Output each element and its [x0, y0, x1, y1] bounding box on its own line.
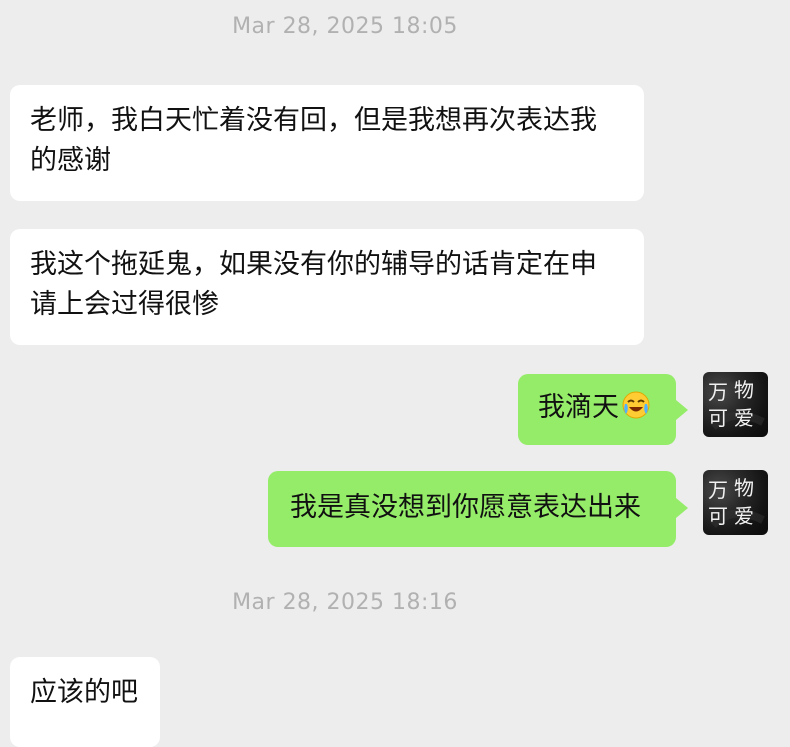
outgoing-message-bubble[interactable]: 我滴天 [518, 374, 676, 445]
incoming-message-bubble[interactable]: 我这个拖延鬼，如果没有你的辅导的话肯定在申 请上会过得很惨 [10, 229, 644, 345]
svg-text:万: 万 [708, 478, 728, 502]
avatar[interactable]: 万 物 可 爱 [703, 470, 768, 535]
svg-text:物: 物 [734, 476, 754, 500]
svg-text:爱: 爱 [734, 504, 754, 528]
bubble-tail [676, 498, 688, 518]
outgoing-message-bubble[interactable]: 我是真没想到你愿意表达出来 [268, 471, 676, 547]
message-text: 我是真没想到你愿意表达出来 [290, 492, 641, 523]
message-text-line: 老师，我白天忙着没有回，但是我想再次表达我 [30, 105, 597, 136]
message-text-line: 请上会过得很惨 [30, 289, 219, 320]
incoming-message-bubble[interactable]: 应该的吧 [10, 657, 160, 747]
bubble-tail [676, 400, 688, 420]
incoming-message-bubble[interactable]: 老师，我白天忙着没有回，但是我想再次表达我 的感谢 [10, 85, 644, 201]
crying-laughing-emoji-icon [621, 390, 651, 432]
avatar[interactable]: 万 物 可 爱 [703, 372, 768, 437]
timestamp: Mar 28, 2025 18:16 [232, 590, 458, 615]
svg-text:可: 可 [708, 504, 728, 528]
svg-text:物: 物 [734, 378, 754, 402]
timestamp: Mar 28, 2025 18:05 [232, 14, 458, 39]
svg-text:可: 可 [708, 406, 728, 430]
message-text: 我滴天 [538, 392, 619, 423]
avatar-image: 万 物 可 爱 [705, 476, 765, 528]
svg-text:万: 万 [708, 380, 728, 404]
avatar-image: 万 物 可 爱 [705, 378, 765, 430]
message-text: 应该的吧 [30, 677, 138, 708]
message-text-line: 我这个拖延鬼，如果没有你的辅导的话肯定在申 [30, 249, 597, 280]
svg-text:爱: 爱 [734, 406, 754, 430]
message-text-line: 的感谢 [30, 145, 111, 176]
